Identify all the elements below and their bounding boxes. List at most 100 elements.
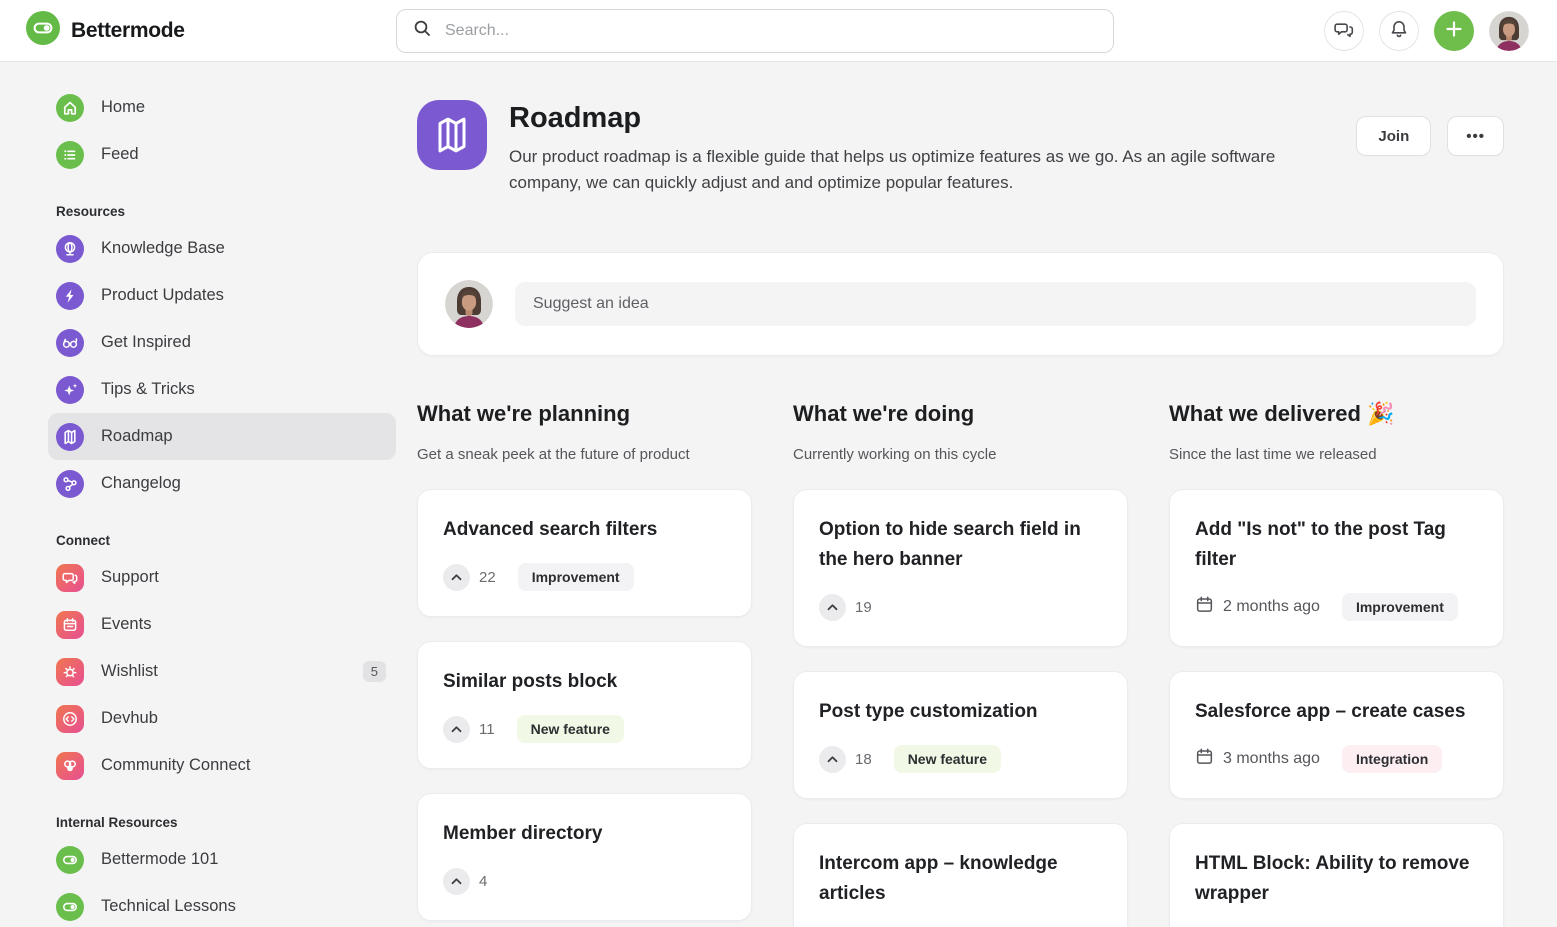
page-actions: Join ••• bbox=[1356, 116, 1504, 156]
roadmap-card[interactable]: Add "Is not" to the post Tag filter 2 mo… bbox=[1169, 489, 1504, 647]
column-title: What we're doing bbox=[793, 399, 1128, 429]
topbar: Bettermode bbox=[0, 0, 1557, 62]
delivered-date: 2 months ago bbox=[1195, 595, 1320, 619]
column-doing: What we're doing Currently working on th… bbox=[793, 399, 1128, 927]
roadmap-card[interactable]: Member directory 4 bbox=[417, 793, 752, 921]
topbar-actions bbox=[1324, 11, 1557, 51]
sidebar-item-roadmap[interactable]: Roadmap bbox=[48, 413, 396, 460]
card-list: Option to hide search field in the hero … bbox=[793, 489, 1128, 927]
feed-icon bbox=[56, 141, 84, 169]
sidebar-item-label: Community Connect bbox=[101, 756, 250, 775]
column-subtitle: Since the last time we released bbox=[1169, 445, 1504, 465]
upvote-button[interactable] bbox=[819, 594, 846, 621]
card-meta: 2 months ago Improvement bbox=[1195, 593, 1478, 621]
user-avatar[interactable] bbox=[1489, 11, 1529, 51]
sidebar-item-devhub[interactable]: Devhub bbox=[48, 695, 396, 742]
delivered-date: 3 months ago bbox=[1195, 747, 1320, 771]
sidebar-item-changelog[interactable]: Changelog bbox=[48, 460, 396, 507]
app-window: Bettermode bbox=[0, 0, 1557, 927]
glasses-icon bbox=[56, 329, 84, 357]
more-options-button[interactable]: ••• bbox=[1447, 116, 1504, 156]
search-input[interactable] bbox=[443, 21, 1098, 41]
tag-badge: New feature bbox=[517, 715, 624, 743]
suggest-idea-input[interactable]: Suggest an idea bbox=[515, 282, 1476, 326]
upvote-button[interactable] bbox=[819, 746, 846, 773]
wishlist-count-badge: 5 bbox=[363, 661, 386, 682]
page-description: Our product roadmap is a flexible guide … bbox=[509, 144, 1309, 196]
column-subtitle: Currently working on this cycle bbox=[793, 445, 1128, 465]
sidebar-section-connect: Connect bbox=[56, 533, 396, 548]
sparkles-icon bbox=[56, 376, 84, 404]
card-meta: 22 Improvement bbox=[443, 563, 726, 591]
tag-badge: Improvement bbox=[518, 563, 634, 591]
sidebar-item-events[interactable]: Events bbox=[48, 601, 396, 648]
column-planning: What we're planning Get a sneak peek at … bbox=[417, 399, 752, 927]
user-avatar[interactable] bbox=[445, 280, 493, 328]
sidebar-item-label: Wishlist bbox=[101, 662, 158, 681]
sidebar-item-community-connect[interactable]: Community Connect bbox=[48, 742, 396, 789]
sidebar-item-label: Home bbox=[101, 98, 145, 117]
sidebar-item-label: Get Inspired bbox=[101, 333, 191, 352]
sidebar-item-knowledge-base[interactable]: Knowledge Base bbox=[48, 225, 396, 272]
upvote-button[interactable] bbox=[443, 868, 470, 895]
roadmap-card[interactable]: Similar posts block 11 New feature bbox=[417, 641, 752, 769]
sidebar-item-label: Bettermode 101 bbox=[101, 850, 218, 869]
sidebar-item-product-updates[interactable]: Product Updates bbox=[48, 272, 396, 319]
toggle-icon bbox=[56, 893, 84, 921]
vote-count: 18 bbox=[855, 751, 872, 768]
tag-badge: New feature bbox=[894, 745, 1001, 773]
notifications-button[interactable] bbox=[1379, 11, 1419, 51]
tag-badge: Improvement bbox=[1342, 593, 1458, 621]
sidebar-item-tips-tricks[interactable]: Tips & Tricks bbox=[48, 366, 396, 413]
sidebar-item-wishlist[interactable]: Wishlist 5 bbox=[48, 648, 396, 695]
vote-count: 4 bbox=[479, 873, 487, 890]
main-content: Roadmap Our product roadmap is a flexibl… bbox=[396, 62, 1557, 927]
search-bar bbox=[396, 9, 1114, 53]
sidebar-section-internal-resources: Internal Resources bbox=[56, 815, 396, 830]
roadmap-columns: What we're planning Get a sneak peek at … bbox=[417, 399, 1504, 927]
sidebar-item-bettermode-101[interactable]: Bettermode 101 bbox=[48, 836, 396, 883]
card-title: Intercom app – knowledge articles bbox=[819, 849, 1102, 909]
roadmap-card[interactable]: Intercom app – knowledge articles bbox=[793, 823, 1128, 927]
create-post-button[interactable] bbox=[1434, 11, 1474, 51]
calendar-icon bbox=[56, 611, 84, 639]
column-delivered: What we delivered 🎉 Since the last time … bbox=[1169, 399, 1504, 927]
messages-button[interactable] bbox=[1324, 11, 1364, 51]
sidebar-section-resources: Resources bbox=[56, 204, 396, 219]
join-button[interactable]: Join bbox=[1356, 116, 1431, 156]
sidebar-item-feed[interactable]: Feed bbox=[48, 131, 396, 178]
circles-icon bbox=[56, 752, 84, 780]
sidebar-item-technical-lessons[interactable]: Technical Lessons bbox=[48, 883, 396, 927]
card-title: Salesforce app – create cases bbox=[1195, 697, 1478, 727]
column-title: What we're planning bbox=[417, 399, 752, 429]
sidebar-item-label: Product Updates bbox=[101, 286, 224, 305]
card-title: Post type customization bbox=[819, 697, 1102, 727]
sidebar-item-get-inspired[interactable]: Get Inspired bbox=[48, 319, 396, 366]
roadmap-card[interactable]: Salesforce app – create cases 3 months a… bbox=[1169, 671, 1504, 799]
card-list: Add "Is not" to the post Tag filter 2 mo… bbox=[1169, 489, 1504, 927]
calendar-icon bbox=[1195, 595, 1214, 619]
calendar-icon bbox=[1195, 747, 1214, 771]
sidebar-item-home[interactable]: Home bbox=[48, 84, 396, 131]
upvote-button[interactable] bbox=[443, 716, 470, 743]
sidebar-item-support[interactable]: Support bbox=[48, 554, 396, 601]
roadmap-card[interactable]: Post type customization 18 New feature bbox=[793, 671, 1128, 799]
toggle-icon bbox=[56, 846, 84, 874]
plus-icon bbox=[1443, 18, 1465, 43]
roadmap-card[interactable]: Advanced search filters 22 Improvement bbox=[417, 489, 752, 617]
vote-count: 19 bbox=[855, 599, 872, 616]
date-text: 3 months ago bbox=[1223, 750, 1320, 768]
roadmap-card[interactable]: Option to hide search field in the hero … bbox=[793, 489, 1128, 647]
roadmap-card[interactable]: HTML Block: Ability to remove wrapper 3 … bbox=[1169, 823, 1504, 927]
map-icon bbox=[56, 423, 84, 451]
home-icon bbox=[56, 94, 84, 122]
card-meta: 3 months ago Integration bbox=[1195, 745, 1478, 773]
idea-icon bbox=[56, 658, 84, 686]
date-text: 2 months ago bbox=[1223, 598, 1320, 616]
page-title: Roadmap bbox=[509, 100, 1356, 136]
upvote-button[interactable] bbox=[443, 564, 470, 591]
sidebar-item-label: Tips & Tricks bbox=[101, 380, 195, 399]
brand-logo[interactable]: Bettermode bbox=[0, 11, 396, 50]
chat-bubbles-icon bbox=[1333, 18, 1355, 43]
search-icon bbox=[412, 18, 432, 43]
